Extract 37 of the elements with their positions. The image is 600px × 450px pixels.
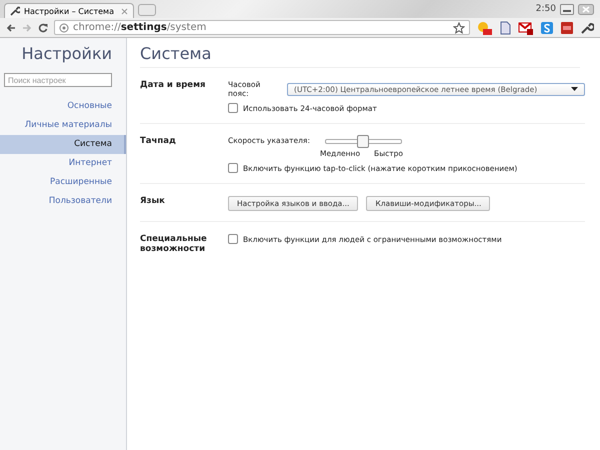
caret-icon <box>571 87 578 91</box>
section-title: Специальные возможности <box>140 234 208 254</box>
reload-icon[interactable] <box>38 22 48 32</box>
sidebar-item[interactable]: Расширенные <box>0 173 126 192</box>
s-icon[interactable] <box>540 20 554 34</box>
document-icon[interactable] <box>498 20 512 34</box>
page-icon <box>59 22 69 32</box>
slider-thumb[interactable] <box>357 135 370 148</box>
wrench-icon[interactable] <box>580 20 594 34</box>
weather-icon[interactable] <box>476 20 492 36</box>
browser-tab[interactable]: Настройки – Система <box>4 3 134 18</box>
close-icon[interactable] <box>121 8 128 14</box>
sidebar-item[interactable]: Система <box>0 135 126 154</box>
address-bar[interactable]: chrome://settings/system <box>54 20 470 35</box>
mail-icon[interactable] <box>518 20 534 36</box>
checkbox[interactable] <box>228 103 238 113</box>
back-icon[interactable] <box>6 22 16 32</box>
wrench-icon <box>10 6 20 16</box>
sidebar-item[interactable]: Интернет <box>0 154 126 173</box>
page-title: Система <box>140 38 580 68</box>
sidebar-item[interactable]: Основные <box>0 97 126 116</box>
checkbox[interactable] <box>228 234 238 244</box>
section-title: Дата и время <box>140 80 206 92</box>
checkbox[interactable] <box>228 163 238 173</box>
minimize-icon[interactable] <box>560 4 574 14</box>
new-tab-button[interactable] <box>138 4 156 16</box>
search-field[interactable]: Поиск настроек <box>4 73 112 87</box>
section-title: Тачпад <box>140 136 177 148</box>
clock: 2:50 <box>536 4 556 14</box>
star-icon[interactable] <box>453 22 465 34</box>
url-text: chrome://settings/system <box>73 22 206 33</box>
close-icon[interactable] <box>578 4 594 14</box>
section-title: Язык <box>140 196 166 208</box>
sidebar-item[interactable]: Пользователи <box>0 192 126 211</box>
tab-title: Настройки – Система <box>24 6 115 16</box>
sidebar-title: Настройки <box>20 43 113 65</box>
sidebar-item[interactable]: Личные материалы <box>0 116 126 135</box>
